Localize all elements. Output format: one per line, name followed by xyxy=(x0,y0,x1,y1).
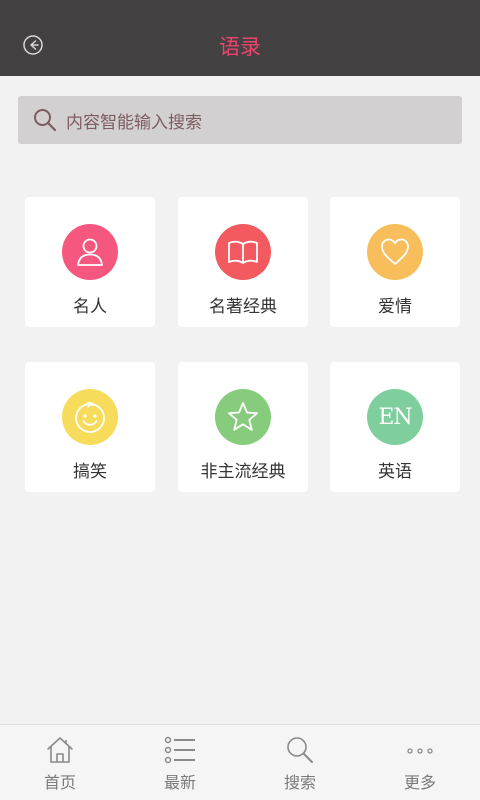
book-icon xyxy=(215,224,271,280)
category-label: 搞笑 xyxy=(73,462,107,482)
page-title: 语录 xyxy=(219,35,261,59)
list-icon xyxy=(163,733,197,767)
tab-label: 更多 xyxy=(403,773,436,792)
app-header: 语录 xyxy=(0,0,480,76)
category-card-alternative[interactable]: 非主流经典 xyxy=(178,362,308,492)
category-card-celebrity[interactable]: 名人 xyxy=(25,197,155,327)
tab-more[interactable]: 更多 xyxy=(360,725,480,800)
search-placeholder: 内容智能输入搜索 xyxy=(66,112,202,133)
search-input[interactable]: 内容智能输入搜索 xyxy=(18,96,462,144)
bottom-tab-bar: 首页 最新 搜索 更多 xyxy=(0,724,480,800)
heart-icon xyxy=(367,224,423,280)
category-label: 名著经典 xyxy=(209,297,277,317)
category-label: 名人 xyxy=(73,297,107,317)
tab-search[interactable]: 搜索 xyxy=(240,725,360,800)
search-icon xyxy=(32,107,58,133)
tab-latest[interactable]: 最新 xyxy=(120,725,240,800)
tab-label: 最新 xyxy=(163,773,196,792)
more-icon xyxy=(403,733,437,767)
en-icon-text: EN xyxy=(378,404,412,430)
category-card-english[interactable]: EN 英语 xyxy=(330,362,460,492)
tab-label: 首页 xyxy=(43,773,76,792)
person-icon xyxy=(62,224,118,280)
search-icon xyxy=(283,733,317,767)
category-label: 爱情 xyxy=(378,297,412,317)
category-label: 非主流经典 xyxy=(200,462,286,482)
tab-home[interactable]: 首页 xyxy=(0,725,120,800)
en-icon: EN xyxy=(367,389,423,445)
home-icon xyxy=(43,733,77,767)
category-label: 英语 xyxy=(378,462,412,482)
star-icon xyxy=(215,389,271,445)
tab-label: 搜索 xyxy=(283,773,316,792)
category-card-love[interactable]: 爱情 xyxy=(330,197,460,327)
category-card-funny[interactable]: 搞笑 xyxy=(25,362,155,492)
category-card-classics[interactable]: 名著经典 xyxy=(178,197,308,327)
smiley-icon xyxy=(62,389,118,445)
